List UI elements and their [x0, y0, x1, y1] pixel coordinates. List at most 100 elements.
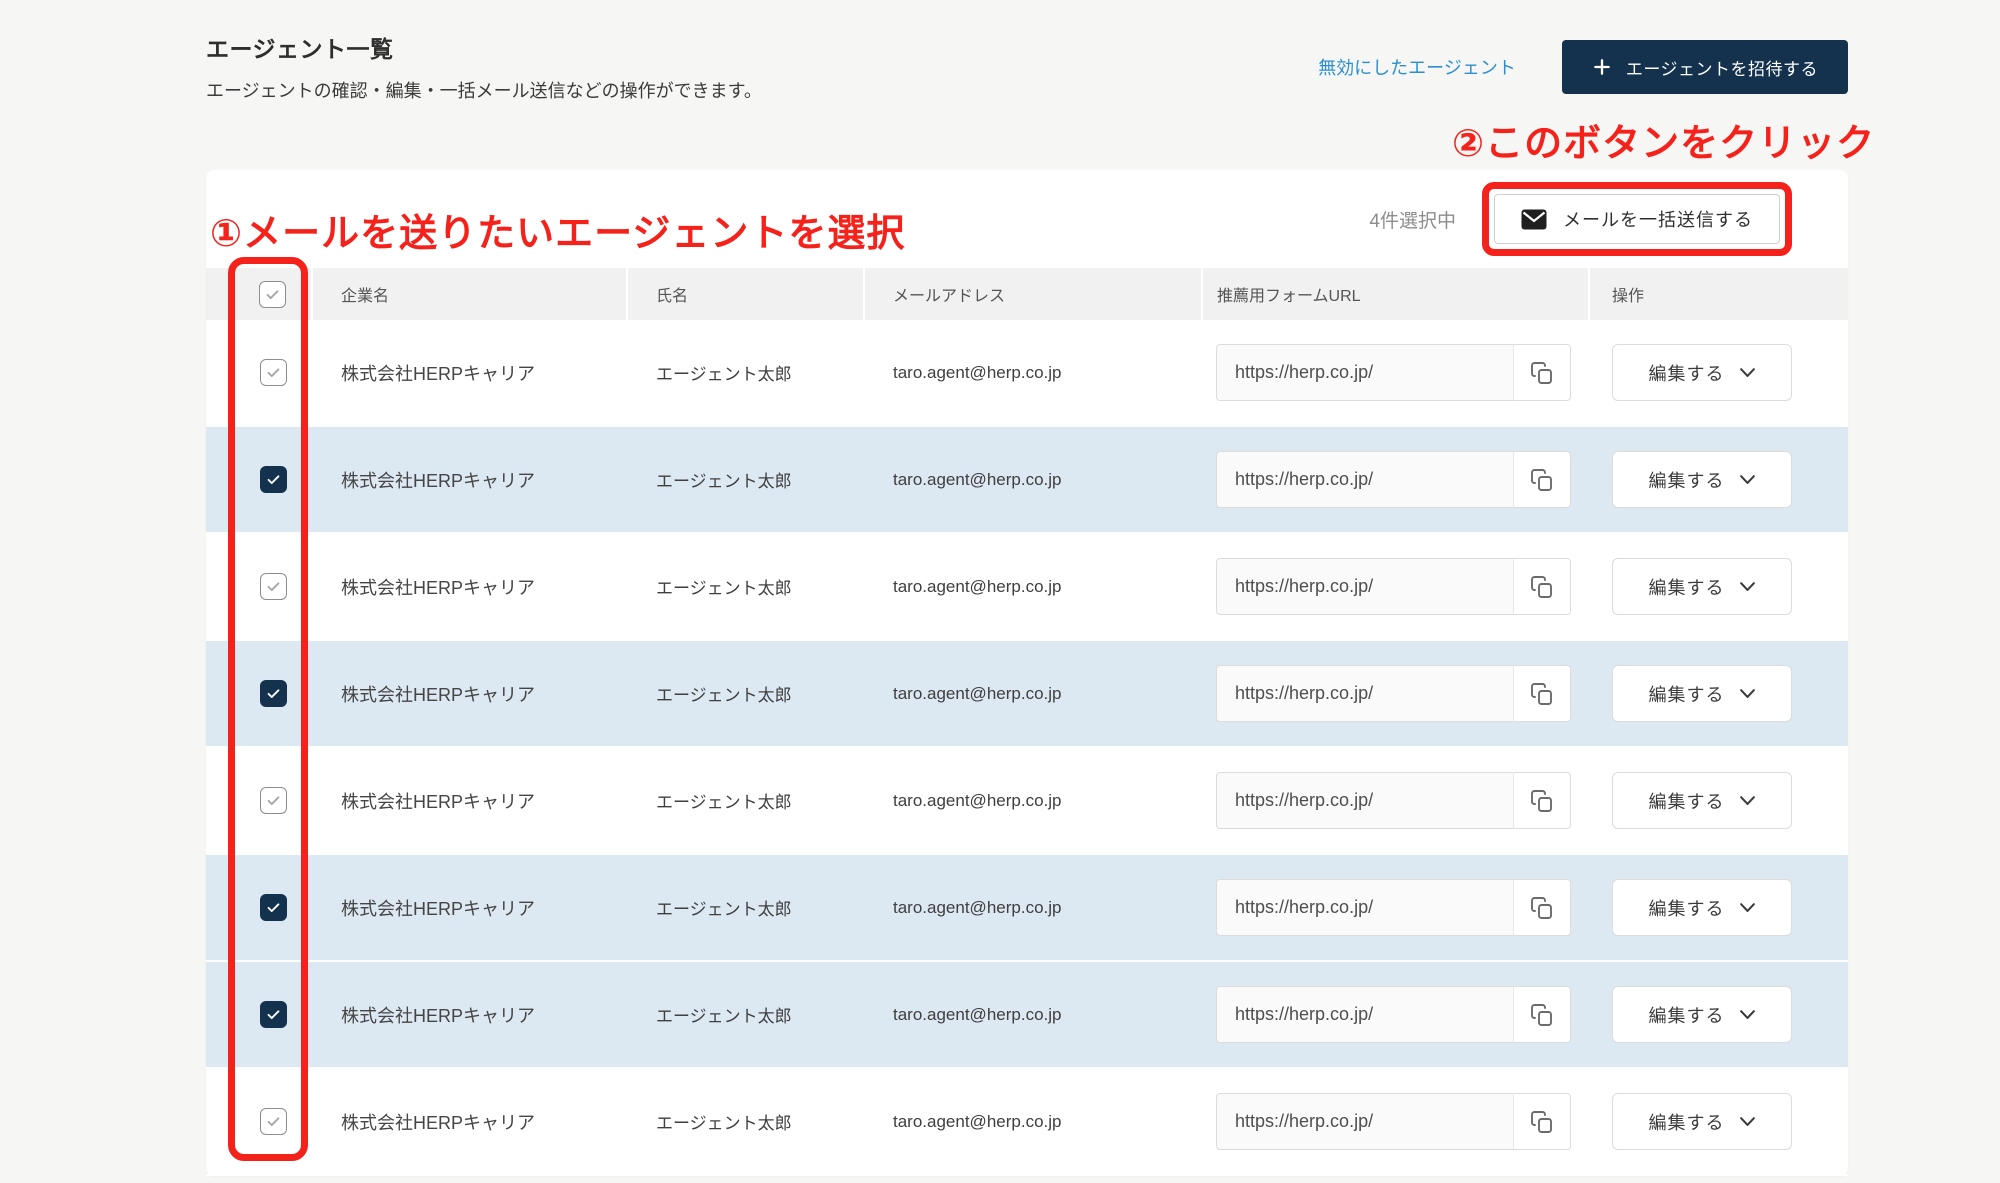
- edit-button[interactable]: 編集する: [1612, 344, 1792, 401]
- column-header-recommendation-url: 推薦用フォームURL: [1203, 268, 1590, 320]
- column-header-actions: 操作: [1590, 268, 1848, 320]
- copy-url-button[interactable]: [1513, 986, 1571, 1043]
- edit-button-label: 編集する: [1649, 788, 1725, 814]
- recommendation-url-input[interactable]: https://herp.co.jp/: [1216, 558, 1513, 615]
- actions-cell: 編集する: [1590, 427, 1848, 532]
- page-subtitle: エージェントの確認・編集・一括メール送信などの操作ができます。: [206, 77, 762, 103]
- edit-button[interactable]: 編集する: [1612, 451, 1792, 508]
- table-row: 株式会社HERPキャリア エージェント太郎 taro.agent@herp.co…: [206, 320, 1848, 427]
- row-checkbox-cell: [206, 748, 313, 853]
- check-icon: [264, 286, 281, 303]
- row-checkbox[interactable]: [260, 573, 287, 600]
- recommendation-url-cell: https://herp.co.jp/: [1203, 962, 1590, 1067]
- recommendation-url-cell: https://herp.co.jp/: [1203, 641, 1590, 746]
- edit-button[interactable]: 編集する: [1612, 665, 1792, 722]
- row-checkbox[interactable]: [260, 359, 287, 386]
- chevron-down-icon: [1739, 688, 1756, 700]
- edit-button[interactable]: 編集する: [1612, 1093, 1792, 1150]
- copy-url-button[interactable]: [1513, 879, 1571, 936]
- table-row: 株式会社HERPキャリア エージェント太郎 taro.agent@herp.co…: [206, 855, 1848, 962]
- copy-url-button[interactable]: [1513, 772, 1571, 829]
- edit-button-label: 編集する: [1649, 681, 1725, 707]
- invite-agent-button[interactable]: エージェントを招待する: [1562, 40, 1848, 94]
- copy-icon: [1530, 575, 1554, 599]
- column-header-email: メールアドレス: [865, 268, 1203, 320]
- actions-cell: 編集する: [1590, 962, 1848, 1067]
- annotation-highlight-bulk-mail-button: メールを一括送信する: [1482, 182, 1792, 256]
- selected-count: 4件選択中: [1369, 206, 1456, 233]
- row-checkbox[interactable]: [260, 466, 287, 493]
- copy-url-button[interactable]: [1513, 558, 1571, 615]
- url-group: https://herp.co.jp/: [1216, 344, 1571, 401]
- name-cell: エージェント太郎: [628, 641, 865, 746]
- company-cell: 株式会社HERPキャリア: [313, 855, 628, 960]
- row-checkbox[interactable]: [260, 894, 287, 921]
- copy-url-button[interactable]: [1513, 665, 1571, 722]
- envelope-icon: [1521, 209, 1547, 230]
- row-checkbox-cell: [206, 855, 313, 960]
- url-group: https://herp.co.jp/: [1216, 772, 1571, 829]
- recommendation-url-input[interactable]: https://herp.co.jp/: [1216, 1093, 1513, 1150]
- actions-cell: 編集する: [1590, 534, 1848, 639]
- disabled-agents-link[interactable]: 無効にしたエージェント: [1318, 54, 1516, 80]
- recommendation-url-cell: https://herp.co.jp/: [1203, 855, 1590, 960]
- annotation-step2: ②このボタンをクリック: [1452, 112, 1875, 167]
- company-cell: 株式会社HERPキャリア: [313, 320, 628, 425]
- select-all-checkbox[interactable]: [259, 281, 286, 308]
- table-row: 株式会社HERPキャリア エージェント太郎 taro.agent@herp.co…: [206, 1069, 1848, 1176]
- table-row: 株式会社HERPキャリア エージェント太郎 taro.agent@herp.co…: [206, 534, 1848, 641]
- company-cell: 株式会社HERPキャリア: [313, 748, 628, 853]
- select-all-header-cell: [206, 268, 313, 320]
- row-checkbox[interactable]: [260, 680, 287, 707]
- copy-icon: [1530, 468, 1554, 492]
- copy-url-button[interactable]: [1513, 1093, 1571, 1150]
- company-cell: 株式会社HERPキャリア: [313, 962, 628, 1067]
- bulk-mail-button[interactable]: メールを一括送信する: [1494, 194, 1780, 244]
- recommendation-url-input[interactable]: https://herp.co.jp/: [1216, 451, 1513, 508]
- recommendation-url-input[interactable]: https://herp.co.jp/: [1216, 879, 1513, 936]
- annotation-step1: ①メールを送りたいエージェントを選択: [210, 202, 905, 257]
- check-icon: [265, 364, 282, 381]
- recommendation-url-cell: https://herp.co.jp/: [1203, 748, 1590, 853]
- url-group: https://herp.co.jp/: [1216, 1093, 1571, 1150]
- edit-button-label: 編集する: [1649, 574, 1725, 600]
- copy-icon: [1530, 789, 1554, 813]
- copy-icon: [1530, 896, 1554, 920]
- copy-url-button[interactable]: [1513, 451, 1571, 508]
- recommendation-url-cell: https://herp.co.jp/: [1203, 1069, 1590, 1174]
- row-checkbox[interactable]: [260, 787, 287, 814]
- company-cell: 株式会社HERPキャリア: [313, 1069, 628, 1174]
- row-checkbox-cell: [206, 962, 313, 1067]
- plus-icon: [1592, 57, 1612, 77]
- edit-button-label: 編集する: [1649, 1002, 1725, 1028]
- table-header-row: 企業名 氏名 メールアドレス 推薦用フォームURL 操作: [206, 268, 1848, 320]
- recommendation-url-input[interactable]: https://herp.co.jp/: [1216, 772, 1513, 829]
- check-icon: [265, 1113, 282, 1130]
- copy-url-button[interactable]: [1513, 344, 1571, 401]
- url-group: https://herp.co.jp/: [1216, 986, 1571, 1043]
- edit-button[interactable]: 編集する: [1612, 772, 1792, 829]
- edit-button[interactable]: 編集する: [1612, 558, 1792, 615]
- url-group: https://herp.co.jp/: [1216, 879, 1571, 936]
- row-checkbox[interactable]: [260, 1001, 287, 1028]
- check-icon: [265, 471, 282, 488]
- recommendation-url-cell: https://herp.co.jp/: [1203, 320, 1590, 425]
- edit-button[interactable]: 編集する: [1612, 879, 1792, 936]
- table-row: 株式会社HERPキャリア エージェント太郎 taro.agent@herp.co…: [206, 748, 1848, 855]
- row-checkbox[interactable]: [260, 1108, 287, 1135]
- copy-icon: [1530, 1003, 1554, 1027]
- page-header-text: エージェント一覧 エージェントの確認・編集・一括メール送信などの操作ができます。: [206, 30, 762, 103]
- url-group: https://herp.co.jp/: [1216, 558, 1571, 615]
- name-cell: エージェント太郎: [628, 427, 865, 532]
- chevron-down-icon: [1739, 1009, 1756, 1021]
- invite-agent-button-label: エージェントを招待する: [1626, 55, 1818, 80]
- chevron-down-icon: [1739, 1116, 1756, 1128]
- recommendation-url-input[interactable]: https://herp.co.jp/: [1216, 986, 1513, 1043]
- recommendation-url-input[interactable]: https://herp.co.jp/: [1216, 665, 1513, 722]
- recommendation-url-input[interactable]: https://herp.co.jp/: [1216, 344, 1513, 401]
- company-cell: 株式会社HERPキャリア: [313, 534, 628, 639]
- edit-button[interactable]: 編集する: [1612, 986, 1792, 1043]
- copy-icon: [1530, 1110, 1554, 1134]
- recommendation-url-cell: https://herp.co.jp/: [1203, 427, 1590, 532]
- chevron-down-icon: [1739, 795, 1756, 807]
